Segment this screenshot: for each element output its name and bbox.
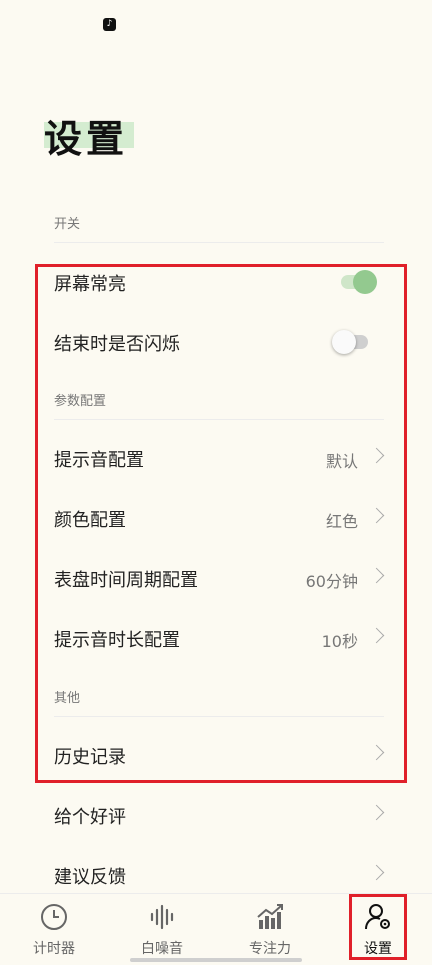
clock-icon: [41, 904, 67, 930]
chart-trend-icon: [257, 904, 283, 929]
nav-label: 白噪音: [141, 941, 183, 957]
home-indicator: [130, 958, 302, 962]
chevron-right-icon: [368, 864, 385, 881]
status-bar: ♪: [0, 0, 432, 48]
annotation-settings-box: [349, 894, 407, 960]
nav-label: 专注力: [249, 941, 291, 957]
nav-timer[interactable]: 计时器: [0, 894, 108, 965]
page-title-wrap: 设置: [44, 108, 134, 163]
annotation-highlight-box: [35, 264, 407, 783]
row-rate[interactable]: 给个好评: [54, 795, 385, 835]
tiktok-icon: ♪: [103, 18, 116, 31]
nav-white-noise[interactable]: 白噪音: [108, 894, 216, 965]
sound-wave-icon: [150, 904, 174, 930]
divider: [54, 242, 384, 243]
nav-label: 计时器: [33, 941, 75, 957]
row-label: 给个好评: [54, 807, 126, 828]
page-title: 设置: [44, 116, 129, 161]
nav-focus[interactable]: 专注力: [216, 894, 324, 965]
chevron-right-icon: [368, 804, 385, 821]
section-label-switches: 开关: [54, 217, 81, 232]
row-label: 建议反馈: [54, 867, 126, 888]
row-feedback[interactable]: 建议反馈: [54, 855, 385, 895]
